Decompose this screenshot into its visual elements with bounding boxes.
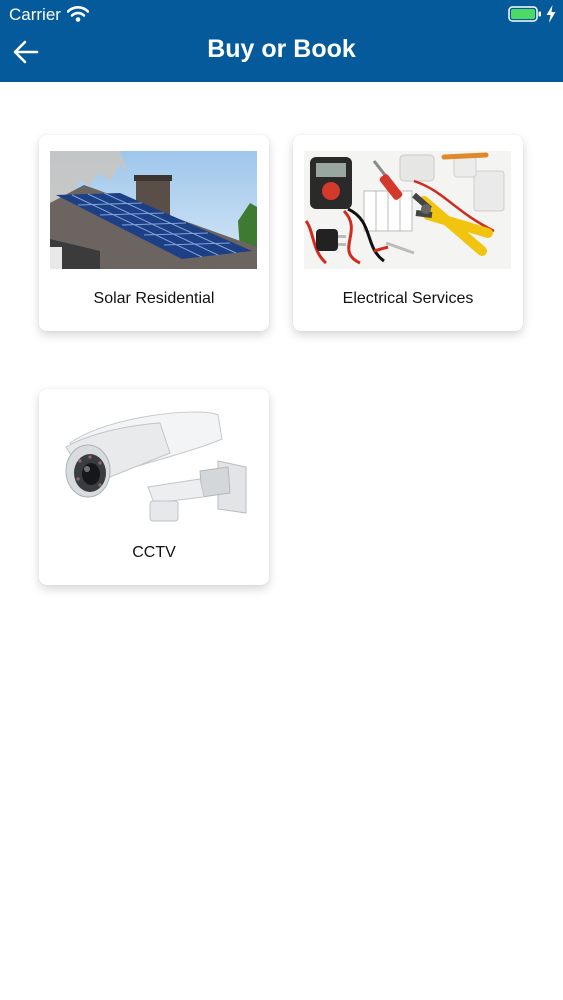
- solar-panel-roof-image: [50, 151, 257, 269]
- electrical-tools-image: [304, 151, 511, 269]
- arrow-left-icon: [13, 40, 39, 64]
- category-card-solar-residential[interactable]: Solar Residential: [39, 135, 269, 331]
- category-label: Electrical Services: [342, 290, 474, 307]
- status-bar: Carrier: [0, 0, 563, 30]
- category-card-electrical-services[interactable]: Electrical Services: [293, 135, 523, 331]
- carrier-label: Carrier: [9, 5, 61, 24]
- battery-icon: [508, 6, 541, 22]
- charging-bolt-icon: [546, 5, 556, 23]
- navigation-bar: Carrier Buy or Book: [0, 0, 563, 82]
- cctv-camera-image: [50, 405, 257, 523]
- wifi-icon: [67, 6, 89, 22]
- back-button[interactable]: [10, 36, 44, 68]
- category-label: Solar Residential: [93, 290, 215, 307]
- category-label: CCTV: [132, 544, 176, 561]
- category-card-cctv[interactable]: CCTV: [39, 389, 269, 585]
- screen: Carrier Buy or Book Solar Residential El…: [0, 0, 563, 1000]
- page-title: Buy or Book: [207, 35, 356, 63]
